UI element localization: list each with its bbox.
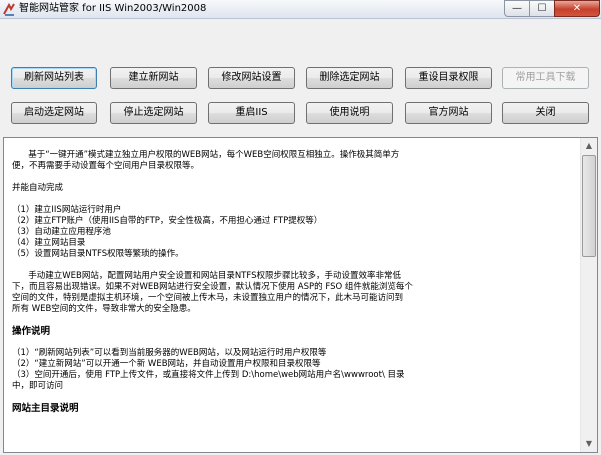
- app-icon: [3, 3, 15, 16]
- help-text-line: [12, 194, 574, 205]
- help-text-line: （1）建立IIS网站运行时用户: [12, 205, 122, 215]
- modify-site-settings-button[interactable]: 修改网站设置: [208, 67, 295, 89]
- vertical-scrollbar[interactable]: ▲ ▼: [580, 138, 597, 452]
- help-text-line: （2）建立FTP账户（使用IIS自带的FTP，安全性极高，不用担心通过 FTP提…: [12, 216, 323, 226]
- help-text-line: （3）自动建立应用程序池: [12, 227, 111, 237]
- close-button[interactable]: 关闭: [502, 102, 589, 124]
- help-text-line: （2）“建立新网站”可以开通一个新 WEB网站，并自动设置用户权限和目录权限等: [12, 359, 321, 369]
- close-window-button[interactable]: ✕: [554, 0, 600, 17]
- scrollbar-thumb[interactable]: [582, 155, 596, 257]
- scroll-up-arrow-icon[interactable]: ▲: [581, 138, 597, 154]
- help-text-line: 手动建立WEB网站，配置网站用户安全设置和网站目录NTFS权限步骤比较多，手动设…: [12, 271, 402, 281]
- help-text-line: [12, 315, 574, 326]
- refresh-site-list-button[interactable]: 刷新网站列表: [11, 67, 97, 89]
- help-text-line: 下，而且容易出现错误。如果不对WEB网站进行安全设置，默认情况下使用 ASP的 …: [12, 282, 413, 292]
- official-website-button[interactable]: 官方网站: [405, 102, 492, 124]
- help-section-heading: 网站主目录说明: [12, 403, 79, 414]
- help-text-line: （1）“刷新网站列表”可以看到当前服务器的WEB网站，以及网站运行时用户权限等: [12, 348, 327, 358]
- maximize-button[interactable]: ☐: [529, 0, 555, 17]
- create-site-button[interactable]: 建立新网站: [110, 67, 197, 89]
- help-text-line: [12, 260, 574, 271]
- help-section-heading: 操作说明: [12, 326, 51, 337]
- help-text-line: [12, 337, 574, 348]
- help-text-area[interactable]: 基于“一键开通”模式建立独立用户权限的WEB网站，每个WEB空间权限互相独立。操…: [3, 137, 598, 453]
- restart-iis-button[interactable]: 重启IIS: [208, 102, 295, 124]
- help-text-line: （3）空间开通后，使用 FTP上传文件，或直接将文件上传到 D:\home\we…: [12, 370, 405, 380]
- help-text-line: [12, 172, 574, 183]
- start-selected-site-button[interactable]: 启动选定网站: [11, 102, 97, 124]
- tools-download-button[interactable]: 常用工具下载: [502, 67, 589, 89]
- help-text-line: （5）设置网站目录NTFS权限等繁琐的操作。: [12, 249, 184, 259]
- title-bar: 智能网站管家 for IIS Win2003/Win2008 — ☐ ✕: [0, 0, 601, 19]
- help-text-line: 基于“一键开通”模式建立独立用户权限的WEB网站，每个WEB空间权限互相独立。操…: [12, 150, 400, 160]
- help-text-line: [12, 392, 574, 403]
- scroll-down-arrow-icon[interactable]: ▼: [581, 436, 597, 452]
- minimize-button[interactable]: —: [504, 0, 530, 17]
- help-text-line: 空间的文件，特别是虚拟主机环境，一个空间被上传木马，未设置独立用户的情况下，此木…: [12, 293, 404, 303]
- help-content: 基于“一键开通”模式建立独立用户权限的WEB网站，每个WEB空间权限互相独立。操…: [12, 150, 574, 414]
- help-text-line: 所有 WEB空间的文件，导致非常大的安全隐患。: [12, 304, 196, 314]
- help-text-line: 中，即可访问: [12, 381, 64, 391]
- stop-selected-site-button[interactable]: 停止选定网站: [110, 102, 197, 124]
- help-text-line: （4）建立网站目录: [12, 238, 86, 248]
- reset-directory-permissions-button[interactable]: 重设目录权限: [405, 67, 492, 89]
- help-text-line: 便，不再需要手动设置每个空间用户目录权限等。: [12, 161, 200, 171]
- delete-selected-site-button[interactable]: 删除选定网站: [306, 67, 393, 89]
- window-title: 智能网站管家 for IIS Win2003/Win2008: [19, 3, 207, 14]
- usage-instructions-button[interactable]: 使用说明: [306, 102, 393, 124]
- help-text-line: 并能自动完成: [12, 183, 64, 193]
